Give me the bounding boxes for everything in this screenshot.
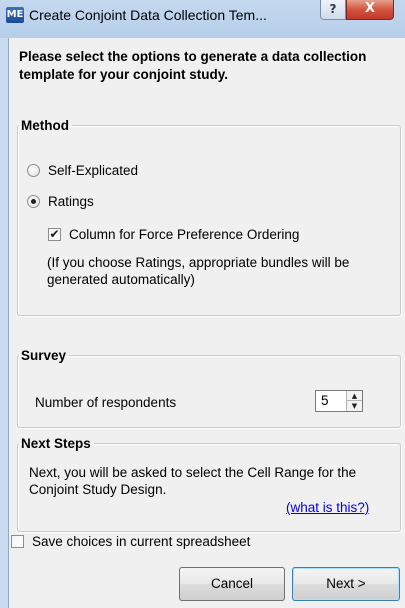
checkbox-force-preference-label: Column for Force Preference Ordering	[69, 227, 300, 242]
window-title: Create Conjoint Data Collection Tem...	[29, 7, 267, 23]
radio-self-explicated-label: Self-Explicated	[48, 163, 139, 178]
radio-self-explicated[interactable]: Self-Explicated	[27, 163, 138, 178]
method-legend: Method	[21, 118, 69, 133]
ratings-note: (If you choose Ratings, appropriate bund…	[47, 255, 350, 287]
close-button[interactable]: X	[346, 0, 394, 20]
respondents-value[interactable]: 5	[321, 393, 329, 408]
radio-ratings-label: Ratings	[48, 194, 94, 209]
intro-text: Please select the options to generate a …	[19, 49, 367, 82]
cancel-button[interactable]: Cancel	[179, 567, 285, 601]
checkbox-save-choices-label: Save choices in current spreadsheet	[32, 534, 251, 549]
next-steps-text: Next, you will be asked to select the Ce…	[29, 465, 357, 497]
app-icon: ME	[6, 7, 24, 23]
radio-circle-icon[interactable]	[27, 195, 40, 208]
next-button[interactable]: Next >	[292, 567, 400, 601]
next-steps-legend: Next Steps	[21, 436, 91, 451]
radio-ratings[interactable]: Ratings	[27, 194, 94, 209]
window-title-bar[interactable]: ME Create Conjoint Data Collection Tem..…	[0, 0, 405, 38]
checkbox-force-preference[interactable]: ✔ Column for Force Preference Ordering	[48, 227, 299, 242]
check-icon[interactable]: ✔	[48, 228, 61, 241]
dialog-body: Please select the options to generate a …	[8, 38, 405, 608]
checkbox-save-choices[interactable]: Save choices in current spreadsheet	[11, 534, 250, 549]
survey-legend: Survey	[21, 348, 67, 363]
spin-down-icon[interactable]: ▼	[347, 401, 362, 411]
help-button[interactable]: ?	[320, 0, 346, 20]
what-is-this-link[interactable]: (what is this?)	[286, 500, 369, 515]
spin-up-icon[interactable]: ▲	[347, 391, 362, 401]
respondents-label: Number of respondents	[35, 395, 177, 410]
survey-group: Survey	[17, 348, 401, 428]
respondents-stepper[interactable]: 5 ▲ ▼	[315, 390, 363, 412]
checkbox-box-icon[interactable]	[11, 535, 24, 548]
radio-circle-icon[interactable]	[27, 164, 40, 177]
